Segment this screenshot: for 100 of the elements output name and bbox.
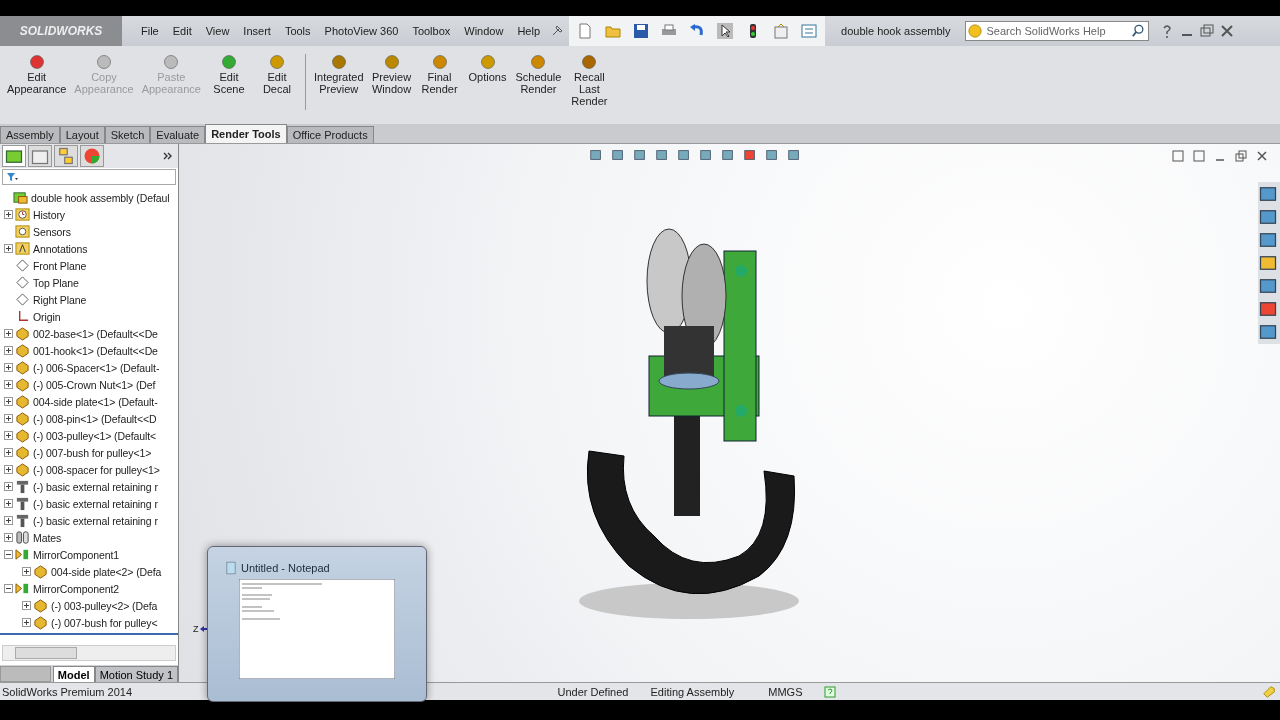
filter-icon[interactable]: [6, 171, 18, 183]
feature-manager-tab-icon[interactable]: [2, 145, 26, 167]
tree-item[interactable]: Annotations: [33, 242, 88, 255]
model-tab[interactable]: Motion Study 1: [94, 666, 178, 682]
menu-item[interactable]: Edit: [167, 25, 197, 37]
tree-item[interactable]: MirrorComponent1: [33, 548, 119, 561]
tree-item[interactable]: 001-hook<1> (Default<<De: [33, 344, 158, 357]
tile-icon[interactable]: [1193, 150, 1205, 162]
tree-item[interactable]: 004-side plate<1> (Default-: [33, 395, 158, 408]
configuration-tab-icon[interactable]: [54, 145, 78, 167]
tree-item[interactable]: (-) basic external retaining r: [33, 480, 158, 493]
menu-item[interactable]: Window: [459, 25, 509, 37]
menu-item[interactable]: View: [200, 25, 235, 37]
tree-item[interactable]: Mates: [33, 531, 62, 544]
tree-item[interactable]: double hook assembly (Defaul: [31, 191, 170, 204]
ribbon-tab[interactable]: Render Tools: [205, 124, 287, 143]
expand-icon[interactable]: [4, 363, 13, 372]
expand-icon[interactable]: [4, 380, 13, 389]
expand-icon[interactable]: [4, 465, 13, 474]
ribbon-tab[interactable]: Assembly: [0, 126, 60, 143]
ribbon-command[interactable]: Schedule Render: [512, 54, 565, 95]
expand-icon[interactable]: [4, 329, 13, 338]
tree-item[interactable]: (-) basic external retaining r: [33, 514, 158, 527]
task-pane-icon[interactable]: [1258, 184, 1278, 204]
ribbon-command[interactable]: Edit Scene: [205, 54, 252, 95]
menu-item[interactable]: Tools: [279, 25, 316, 37]
ribbon-command[interactable]: Preview Window: [368, 54, 415, 95]
units-selector[interactable]: MMGS: [768, 685, 803, 698]
checklist-icon[interactable]: [801, 23, 818, 39]
display-manager-tab-icon[interactable]: [80, 145, 104, 167]
task-pane-icon[interactable]: [1258, 253, 1278, 273]
menu-item[interactable]: Toolbox: [407, 25, 456, 37]
view-tool-icon[interactable]: [633, 148, 647, 162]
tree-item[interactable]: MirrorComponent2: [33, 582, 119, 595]
help-search-field[interactable]: Search SolidWorks Help: [964, 21, 1149, 41]
ribbon-tab[interactable]: Office Products: [286, 126, 374, 143]
tree-item[interactable]: (-) 003-pulley<2> (Defa: [51, 599, 158, 612]
menu-item[interactable]: File: [136, 25, 164, 37]
expand-icon[interactable]: [4, 244, 13, 253]
view-tool-icon[interactable]: [611, 148, 625, 162]
view-tool-icon[interactable]: [589, 148, 603, 162]
expand-icon[interactable]: [4, 397, 13, 406]
expand-icon[interactable]: [22, 601, 31, 610]
tree-item[interactable]: (-) 008-pin<1> (Default<<D: [33, 412, 157, 425]
close-icon[interactable]: [1218, 23, 1235, 39]
tree-item[interactable]: (-) 007-bush for pulley<1>: [33, 446, 152, 459]
expand-icon[interactable]: [4, 516, 13, 525]
restore-icon[interactable]: [1235, 150, 1247, 162]
task-pane-icon[interactable]: [1258, 207, 1278, 227]
task-pane-icon[interactable]: [1258, 299, 1278, 319]
tree-item[interactable]: Top Plane: [33, 276, 79, 289]
save-icon[interactable]: [633, 23, 650, 39]
tree-item[interactable]: (-) 008-spacer for pulley<1>: [33, 463, 160, 476]
tree-item[interactable]: (-) basic external retaining r: [33, 497, 158, 510]
view-tool-icon[interactable]: [743, 148, 757, 162]
expand-icon[interactable]: [22, 618, 31, 627]
tree-item[interactable]: (-) 003-pulley<1> (Default<: [33, 429, 157, 442]
tree-item[interactable]: Front Plane: [33, 259, 87, 272]
tree-item[interactable]: (-) 005-Crown Nut<1> (Def: [33, 378, 156, 391]
menu-item[interactable]: PhotoView 360: [319, 25, 404, 37]
tree-item[interactable]: 004-side plate<2> (Defa: [51, 565, 162, 578]
close-icon[interactable]: [1256, 150, 1268, 162]
menu-item[interactable]: Help: [512, 25, 546, 37]
expand-chevron-icon[interactable]: [162, 150, 174, 162]
search-icon[interactable]: [1130, 24, 1145, 38]
model-tab[interactable]: Model: [52, 666, 95, 682]
expand-icon[interactable]: [4, 499, 13, 508]
ribbon-command[interactable]: Final Render: [416, 54, 463, 95]
tree-item[interactable]: History: [33, 208, 65, 221]
expand-icon[interactable]: [22, 567, 31, 576]
expand-icon[interactable]: [4, 448, 13, 457]
tree-item[interactable]: Sensors: [33, 225, 71, 238]
restore-icon[interactable]: [1198, 23, 1215, 39]
task-pane-icon[interactable]: [1258, 276, 1278, 296]
tree-item[interactable]: Origin: [33, 310, 61, 323]
tree-item[interactable]: (-) 007-bush for pulley<: [51, 616, 158, 629]
horizontal-scrollbar[interactable]: [2, 645, 176, 661]
expand-icon[interactable]: [4, 346, 13, 355]
expand-icon[interactable]: [4, 431, 13, 440]
menu-item[interactable]: Insert: [238, 25, 276, 37]
ribbon-command[interactable]: Recall Last Render: [566, 54, 613, 107]
view-tool-icon[interactable]: [677, 148, 691, 162]
collapse-icon[interactable]: [4, 584, 13, 593]
ribbon-command[interactable]: Options: [464, 54, 511, 83]
view-tool-icon[interactable]: [721, 148, 735, 162]
view-tool-icon[interactable]: [765, 148, 779, 162]
view-tool-icon[interactable]: [655, 148, 669, 162]
tree-item[interactable]: (-) 006-Spacer<1> (Default-: [33, 361, 160, 374]
tile-icon[interactable]: [1172, 150, 1184, 162]
tree-item[interactable]: 002-base<1> (Default<<De: [33, 327, 158, 340]
expand-icon[interactable]: [4, 414, 13, 423]
expand-icon[interactable]: [4, 482, 13, 491]
ribbon-command[interactable]: Edit Appearance: [4, 54, 70, 95]
ribbon-tab[interactable]: Sketch: [104, 126, 151, 143]
task-pane-icon[interactable]: [1258, 230, 1278, 250]
ribbon-command[interactable]: Integrated Preview: [310, 54, 367, 95]
ribbon-tab[interactable]: Layout: [59, 126, 105, 143]
view-tool-icon[interactable]: [699, 148, 713, 162]
collapse-icon[interactable]: [4, 550, 13, 559]
expand-icon[interactable]: [4, 210, 13, 219]
